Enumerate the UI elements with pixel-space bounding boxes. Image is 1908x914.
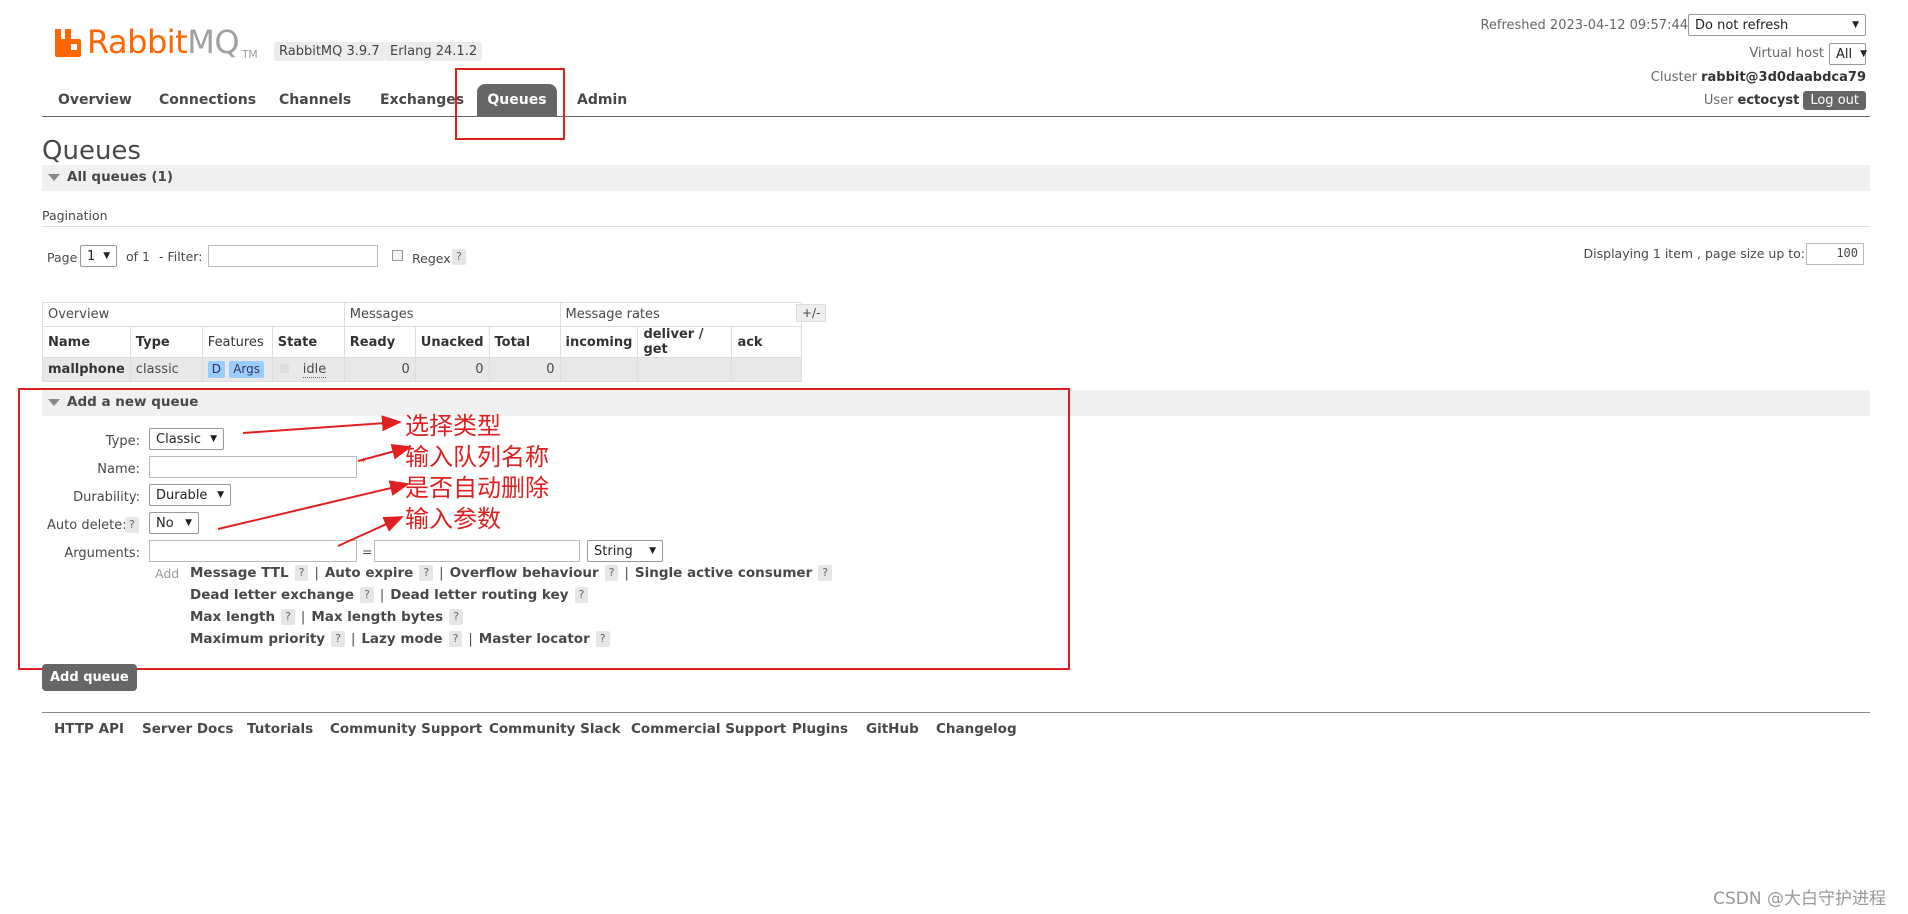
footer-link-http-api[interactable]: HTTP API bbox=[54, 721, 124, 737]
arrow-to-autodelete-annotation bbox=[217, 480, 410, 530]
arrow-to-type-annotation bbox=[242, 415, 402, 434]
annotation-enter-arguments: 输入参数 bbox=[405, 505, 501, 533]
annotation-auto-delete: 是否自动删除 bbox=[405, 474, 549, 502]
arrow-to-name-annotation bbox=[357, 443, 412, 462]
annotation-arrows bbox=[217, 415, 412, 547]
footer-link-server-docs[interactable]: Server Docs bbox=[142, 721, 233, 737]
footer-link-changelog[interactable]: Changelog bbox=[936, 721, 1017, 737]
footer-divider bbox=[42, 712, 1870, 713]
footer-link-tutorials[interactable]: Tutorials bbox=[247, 721, 313, 737]
footer-link-community-slack[interactable]: Community Slack bbox=[489, 721, 621, 737]
footer-link-community-support[interactable]: Community Support bbox=[330, 721, 482, 737]
annotation-enter-queue-name: 输入队列名称 bbox=[405, 443, 549, 471]
footer-link-github[interactable]: GitHub bbox=[866, 721, 919, 737]
watermark: CSDN @大白守护进程 bbox=[1713, 889, 1886, 909]
footer-link-plugins[interactable]: Plugins bbox=[792, 721, 848, 737]
add-queue-button[interactable]: Add queue bbox=[42, 664, 137, 691]
annotation-select-type: 选择类型 bbox=[405, 412, 501, 440]
footer-link-commercial-support[interactable]: Commercial Support bbox=[631, 721, 786, 737]
arrow-to-arguments-annotation bbox=[337, 516, 404, 547]
